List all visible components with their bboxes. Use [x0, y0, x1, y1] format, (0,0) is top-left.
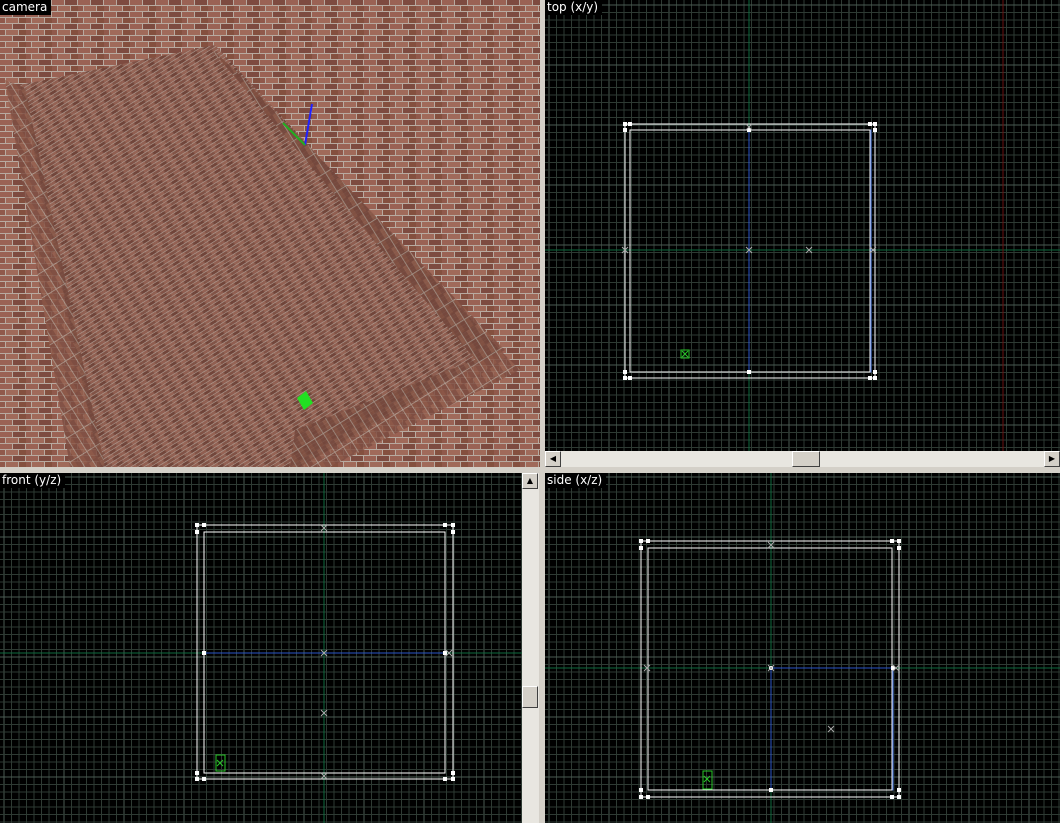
scroll-up-button[interactable]: ▲	[522, 473, 538, 489]
vertex-handle	[639, 795, 643, 799]
vertex-handle	[202, 523, 206, 527]
scroll-thumb[interactable]	[792, 451, 820, 467]
vertex-handle	[890, 795, 894, 799]
grid-lines	[545, 0, 1060, 451]
side-grid	[545, 473, 1060, 823]
vertex-handle	[897, 795, 901, 799]
side-viewport[interactable]: side (x/z)	[545, 473, 1060, 823]
grid-lines	[545, 473, 1060, 823]
vertex-handle	[639, 539, 643, 543]
vertex-handle	[868, 122, 872, 126]
center-marker	[216, 759, 224, 767]
camera-viewport[interactable]: camera	[0, 0, 540, 467]
vertex-handle	[897, 546, 901, 550]
top-horizontal-scrollbar[interactable]: ◀ ▶	[545, 451, 1060, 467]
vertex-handle	[868, 376, 872, 380]
vertex-handle	[890, 539, 894, 543]
vertex-handle	[623, 376, 627, 380]
vertex-handle	[873, 128, 877, 132]
front-viewport-label: front (y/z)	[0, 473, 66, 488]
scroll-left-button[interactable]: ◀	[545, 451, 561, 467]
vertex-handle	[451, 523, 455, 527]
vertex-handle	[451, 530, 455, 534]
vertex-handle	[873, 122, 877, 126]
vertex-handle	[451, 771, 455, 775]
vertex-handle	[202, 777, 206, 781]
vertex-handle	[195, 523, 199, 527]
front-grid	[0, 473, 522, 823]
vertex-handle	[747, 370, 751, 374]
vertex-handle	[873, 376, 877, 380]
vertex-handle	[443, 777, 447, 781]
vertex-handle	[639, 788, 643, 792]
top-viewport[interactable]: top (x/y)	[545, 0, 1060, 451]
vertex-handle	[646, 795, 650, 799]
vertex-handle	[195, 530, 199, 534]
vertex-handle	[628, 122, 632, 126]
center-marker	[827, 725, 835, 733]
top-grid	[545, 0, 1060, 451]
vertex-handle	[769, 788, 773, 792]
vertex-handle	[451, 777, 455, 781]
camera-viewport-label: camera	[0, 0, 52, 15]
vertex-handle	[443, 651, 447, 655]
center-marker	[681, 350, 689, 358]
vertex-handle	[623, 370, 627, 374]
vertex-handle	[873, 370, 877, 374]
scroll-thumb-vertical[interactable]	[522, 686, 538, 708]
side-viewport-label: side (x/z)	[545, 473, 607, 488]
camera-scene	[0, 0, 540, 467]
vertex-handle	[639, 546, 643, 550]
vertex-handle	[623, 128, 627, 132]
vertex-handle	[623, 122, 627, 126]
vertex-handle	[195, 777, 199, 781]
vertex-handle	[897, 788, 901, 792]
vertex-handle	[195, 771, 199, 775]
vertex-handle	[202, 651, 206, 655]
scroll-right-button[interactable]: ▶	[1044, 451, 1060, 467]
front-vertical-scrollbar[interactable]: ▲	[522, 473, 539, 823]
vertex-handle	[897, 539, 901, 543]
vertex-handle	[443, 523, 447, 527]
vertex-handle	[646, 539, 650, 543]
top-viewport-label: top (x/y)	[545, 0, 603, 15]
front-viewport[interactable]: front (y/z)	[0, 473, 522, 823]
vertex-handle	[628, 376, 632, 380]
